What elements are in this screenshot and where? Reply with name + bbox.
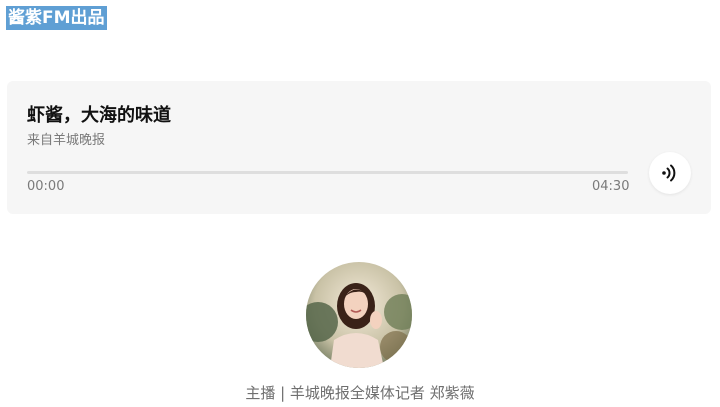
play-button[interactable]: [649, 152, 691, 194]
track-source: 来自羊城晚报: [27, 133, 106, 148]
total-time: 04:30: [592, 179, 630, 194]
anchor-avatar: [306, 262, 412, 368]
audio-player-card: 虾酱，大海的味道 来自羊城晚报 00:00 04:30: [7, 81, 711, 214]
progress-bar[interactable]: [27, 171, 628, 174]
track-title: 虾酱，大海的味道: [27, 105, 171, 126]
current-time: 00:00: [27, 179, 65, 194]
brand-tag: 酱紫FM出品: [6, 6, 107, 30]
anchor-caption: 主播 | 羊城晚报全媒体记者 郑紫薇: [245, 384, 475, 402]
sound-waves-icon: [662, 164, 676, 182]
